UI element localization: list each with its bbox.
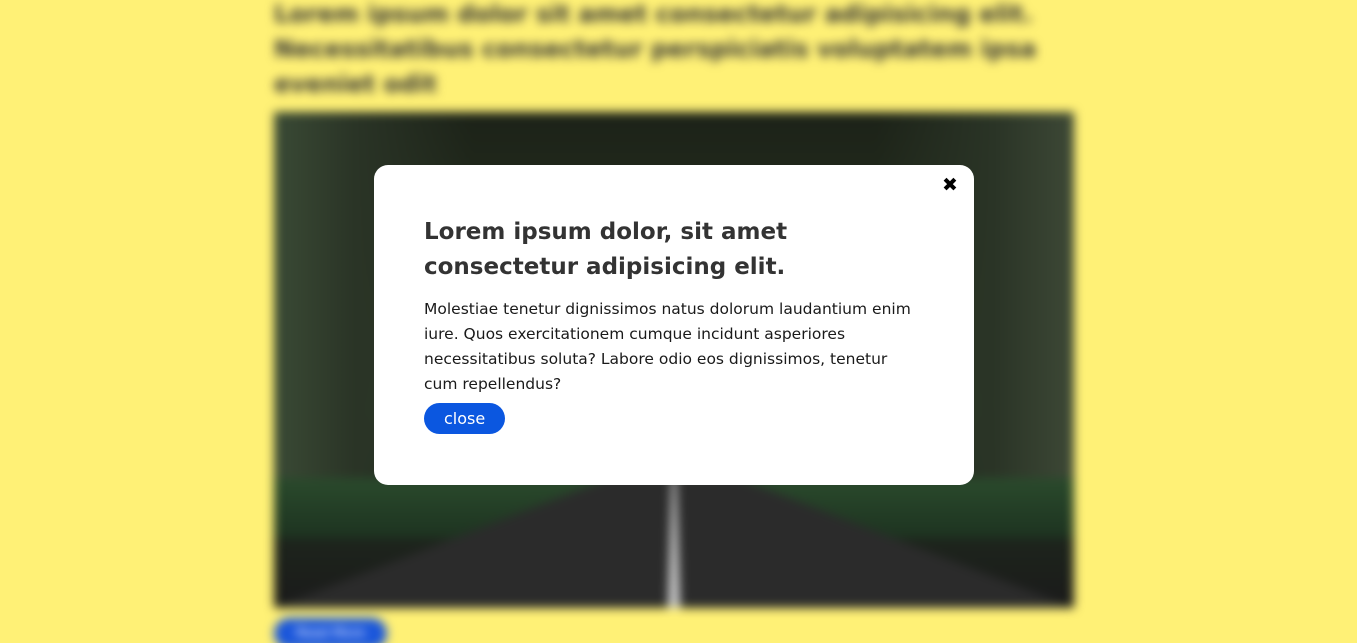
close-icon[interactable]: ✖ (940, 175, 960, 195)
close-button[interactable]: close (424, 403, 506, 434)
modal-body-text: Molestiae tenetur dignissimos natus dolo… (424, 300, 911, 393)
modal-overlay: ✖ Lorem ipsum dolor, sit amet consectetu… (0, 0, 1357, 643)
page: Lorem ipsum dolor sit amet consectetur a… (0, 0, 1357, 643)
modal-title: Lorem ipsum dolor, sit amet consectetur … (424, 219, 788, 280)
modal-dialog: ✖ Lorem ipsum dolor, sit amet consectetu… (374, 165, 974, 485)
